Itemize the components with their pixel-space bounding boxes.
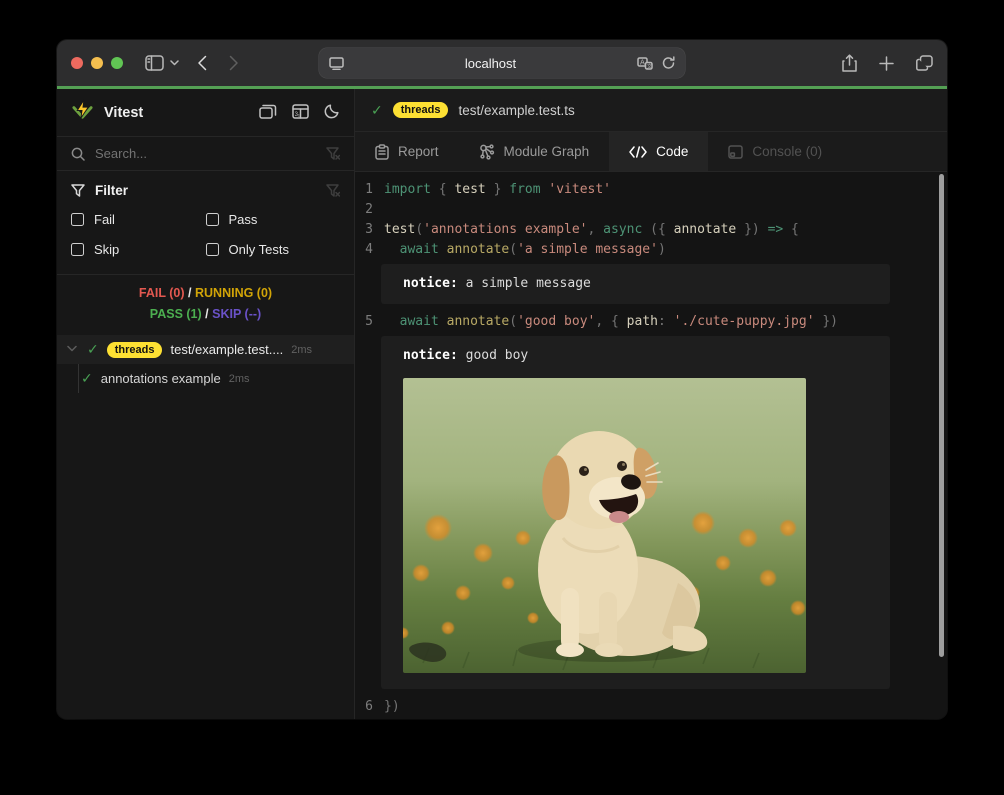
sidebar-toggle-button[interactable]: [145, 55, 164, 71]
clipboard-icon: [375, 144, 389, 160]
checkbox-icon: [206, 243, 219, 256]
open-file-path: test/example.test.ts: [458, 103, 574, 118]
code-text: await annotate('a simple message'): [384, 240, 666, 260]
reload-icon[interactable]: [662, 56, 675, 70]
report-panel-icon[interactable]: 3₁: [292, 103, 309, 122]
code-line: 3 test('annotations example', async ({ an…: [355, 220, 947, 240]
test-file-duration: 2ms: [291, 344, 312, 356]
code-icon: [629, 146, 647, 158]
checkbox-icon: [71, 243, 84, 256]
share-icon[interactable]: [842, 54, 857, 72]
code-text: }): [384, 697, 400, 717]
sidebar-menu-chevron-icon[interactable]: [170, 60, 179, 66]
running-count: RUNNING (0): [195, 286, 272, 300]
close-window-button[interactable]: [71, 57, 83, 69]
line-number: 5: [355, 312, 373, 332]
test-case-duration: 2ms: [229, 373, 250, 385]
code-scrollbar-thumb[interactable]: [939, 174, 944, 657]
tab-code[interactable]: Code: [609, 132, 708, 171]
chevron-down-icon[interactable]: [67, 344, 79, 355]
search-input[interactable]: [95, 146, 316, 161]
svg-text:3₁: 3₁: [295, 112, 300, 118]
minimize-window-button[interactable]: [91, 57, 103, 69]
page-icon: [329, 57, 344, 70]
translate-icon[interactable]: A文: [637, 57, 653, 70]
code-text: test('annotations example', async ({ ann…: [384, 220, 799, 240]
graph-icon: [479, 144, 495, 160]
pool-badge: threads: [107, 342, 163, 358]
notice-text: a simple message: [458, 276, 591, 291]
filter-checkbox-pass[interactable]: Pass: [206, 204, 341, 234]
checkbox-icon: [206, 213, 219, 226]
annotation-notice: notice: good boy: [381, 336, 890, 689]
code-line: 6}): [355, 697, 947, 717]
back-button[interactable]: [189, 51, 215, 75]
view-tabs: Report Module Graph Code: [355, 132, 947, 172]
tab-console[interactable]: Console (0): [708, 132, 842, 171]
code-text: import { test } from 'vitest': [384, 180, 611, 200]
dark-mode-moon-icon[interactable]: [324, 103, 340, 122]
file-header: ✓ threads test/example.test.ts: [355, 89, 947, 132]
filter-checkbox-skip[interactable]: Skip: [71, 234, 206, 264]
code-line: 1 import { test } from 'vitest': [355, 180, 947, 200]
code-viewer: 1 import { test } from 'vitest' 23 test('an…: [355, 172, 947, 719]
notice-label: notice:: [403, 348, 458, 363]
test-file-name: test/example.test....: [170, 342, 283, 357]
clear-filter-icon[interactable]: [326, 184, 340, 197]
traffic-lights: [71, 57, 123, 69]
skip-count: SKIP (--): [212, 307, 261, 321]
notice-label: notice:: [403, 276, 458, 291]
svg-text:A: A: [640, 58, 645, 66]
code-lines: 1 import { test } from 'vitest' 23 test('an…: [355, 172, 947, 717]
pass-check-icon: ✓: [371, 102, 383, 119]
tab-report[interactable]: Report: [355, 132, 459, 171]
annotation-attachment-image-cute-puppy: [403, 378, 806, 673]
vitest-logo-icon: [71, 99, 94, 126]
forward-button[interactable]: [221, 51, 247, 75]
notice-text: good boy: [458, 348, 528, 363]
line-number: 6: [355, 697, 373, 717]
line-number: 3: [355, 220, 373, 240]
line-number: 4: [355, 240, 373, 260]
code-line: 2: [355, 200, 947, 220]
test-status-summary: FAIL (0) / RUNNING (0) PASS (1) / SKIP (…: [57, 275, 354, 335]
indent-guide: [78, 364, 79, 393]
test-file-row[interactable]: ✓ threads test/example.test.... 2ms: [57, 335, 354, 364]
search-icon: [71, 147, 85, 161]
dashboard-windows-icon[interactable]: [259, 103, 277, 122]
app-title: Vitest: [104, 105, 249, 121]
line-number: 1: [355, 180, 373, 200]
browser-toolbar: localhost A文: [57, 40, 947, 86]
browser-window: localhost A文: [57, 40, 947, 719]
funnel-icon: [71, 184, 85, 197]
fail-count: FAIL (0): [139, 286, 185, 300]
code-text: await annotate('good boy', { path: './cu…: [384, 312, 838, 332]
code-line: 5 await annotate('good boy', { path: './…: [355, 312, 947, 332]
pass-check-icon: ✓: [87, 341, 99, 358]
filter-checkbox-fail[interactable]: Fail: [71, 204, 206, 234]
address-bar[interactable]: localhost A文: [319, 48, 685, 78]
new-tab-icon[interactable]: [879, 56, 894, 71]
pass-count: PASS (1): [150, 307, 202, 321]
zoom-window-button[interactable]: [111, 57, 123, 69]
main-panel: ✓ threads test/example.test.ts Report Mo…: [355, 89, 947, 719]
line-number: 2: [355, 200, 373, 220]
annotation-notice: notice: a simple message: [381, 264, 890, 304]
checkbox-icon: [71, 213, 84, 226]
tab-overview-icon[interactable]: [916, 55, 933, 71]
console-icon: [728, 145, 743, 159]
clear-search-filter-icon[interactable]: [326, 147, 340, 160]
pass-check-icon: ✓: [81, 370, 93, 387]
pool-badge: threads: [393, 102, 449, 118]
tab-module-graph[interactable]: Module Graph: [459, 132, 610, 171]
svg-text:文: 文: [647, 63, 652, 70]
test-case-name: annotations example: [101, 371, 221, 386]
filter-section-label: Filter: [95, 183, 316, 198]
url-text: localhost: [344, 56, 637, 71]
filter-checkbox-only-tests[interactable]: Only Tests: [206, 234, 341, 264]
sidebar: Vitest 3₁: [57, 89, 355, 719]
test-case-row[interactable]: ✓ annotations example 2ms: [57, 364, 354, 393]
code-line: 4 await annotate('a simple message'): [355, 240, 947, 260]
